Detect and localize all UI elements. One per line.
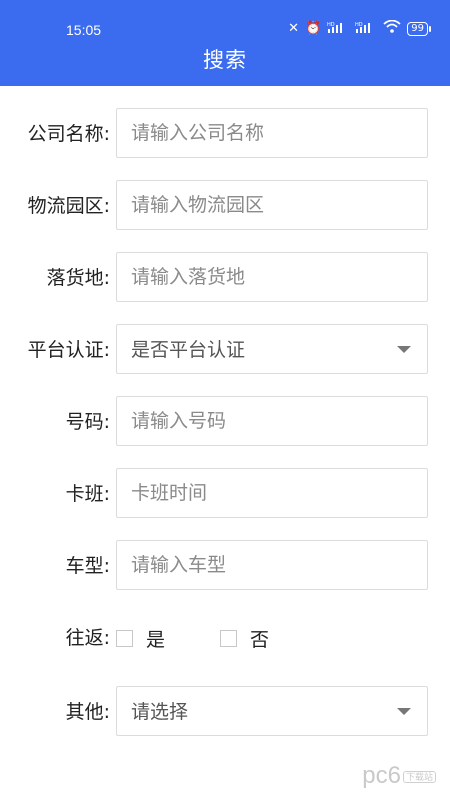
number-label: 号码: (65, 411, 110, 433)
app-header: 15:05 ✕ ⏰ HD HD 99 搜索 (0, 0, 450, 86)
vehicle-row: 车型: (0, 540, 450, 592)
alarm-icon: ⏰ (305, 21, 322, 36)
chevron-down-icon (397, 346, 411, 353)
park-label: 物流园区: (27, 195, 110, 217)
vehicle-input[interactable] (117, 541, 427, 589)
round-trip-label: 往返: (65, 627, 110, 649)
company-label: 公司名称: (27, 123, 110, 145)
round-trip-no[interactable]: 否 (220, 625, 269, 652)
watermark-text: pc6 (362, 762, 401, 789)
shift-row: 卡班: (0, 468, 450, 520)
battery-icon: 99 (407, 21, 431, 36)
mute-icon: ✕ (288, 21, 300, 36)
signal-icon: HD (327, 21, 349, 37)
platform-cert-select[interactable]: 是否平台认证 (116, 324, 428, 374)
shift-field-box (116, 468, 428, 518)
destination-label: 落货地: (46, 267, 110, 289)
vehicle-field-box (116, 540, 428, 590)
destination-row: 落货地: (0, 252, 450, 304)
company-row: 公司名称: (0, 108, 450, 160)
other-select[interactable]: 请选择 (116, 686, 428, 736)
round-trip-row: 往返: 是 否 (0, 612, 450, 664)
park-field-box (116, 180, 428, 230)
company-input[interactable] (117, 109, 427, 157)
platform-cert-row: 平台认证: 是否平台认证 (0, 324, 450, 376)
status-time: 15:05 (66, 22, 102, 38)
vehicle-label: 车型: (65, 555, 110, 577)
shift-input[interactable] (117, 469, 427, 517)
company-field-box (116, 108, 428, 158)
watermark-badge: 下载站 (402, 771, 436, 784)
platform-cert-label: 平台认证: (27, 339, 110, 361)
page-title: 搜索 (203, 48, 247, 72)
other-label: 其他: (65, 701, 110, 723)
watermark-logo: pc6 下载站 (362, 762, 436, 790)
park-row: 物流园区: (0, 180, 450, 232)
round-trip-options: 是 否 (116, 612, 324, 664)
checkbox-yes[interactable] (116, 629, 133, 647)
destination-input[interactable] (117, 253, 427, 301)
chevron-down-icon (397, 708, 411, 715)
platform-cert-value: 是否平台认证 (131, 339, 246, 361)
round-trip-yes-label: 是 (146, 628, 166, 651)
checkbox-no[interactable] (220, 629, 238, 647)
status-icons: ✕ ⏰ HD HD 99 (288, 19, 431, 37)
number-row: 号码: (0, 396, 450, 448)
signal-icon-2: HD (355, 21, 377, 37)
shift-label: 卡班: (65, 483, 110, 505)
round-trip-yes[interactable]: 是 (116, 625, 165, 652)
park-input[interactable] (117, 181, 427, 229)
other-row: 其他: 请选择 (0, 686, 450, 738)
wifi-icon (383, 19, 401, 37)
round-trip-no-label: 否 (250, 628, 270, 651)
number-input[interactable] (117, 397, 427, 445)
destination-field-box (116, 252, 428, 302)
number-field-box (116, 396, 428, 446)
other-value: 请选择 (131, 701, 189, 723)
